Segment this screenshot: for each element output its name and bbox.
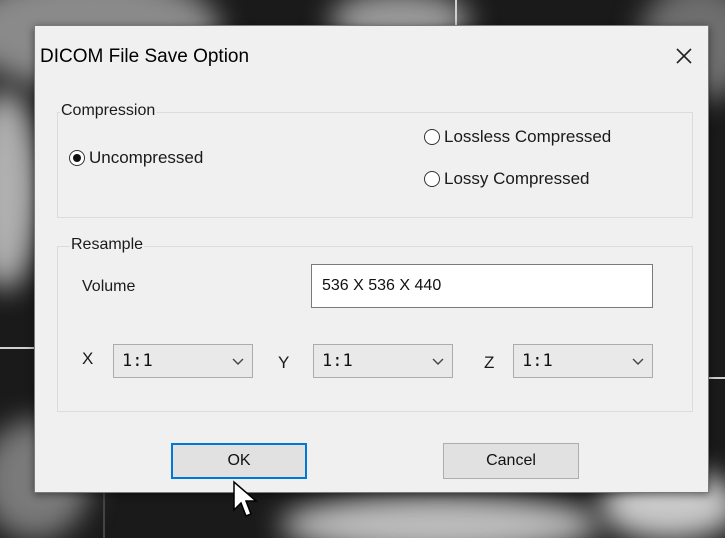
radio-label-uncompressed: Uncompressed: [89, 148, 204, 167]
chevron-down-icon: [624, 344, 652, 378]
radio-uncompressed[interactable]: Uncompressed: [69, 148, 203, 168]
mouse-pointer-icon: [232, 480, 260, 520]
volume-label: Volume: [82, 278, 136, 295]
x-ratio-select[interactable]: 1:1: [113, 344, 253, 378]
radio-button[interactable]: [424, 129, 440, 145]
volume-field[interactable]: [311, 264, 653, 308]
radio-lossy-compressed[interactable]: Lossy Compressed: [424, 169, 590, 189]
x-ratio-value: 1:1: [122, 351, 153, 371]
save-option-dialog: DICOM File Save Option Compression Uncom…: [34, 25, 709, 493]
axis-label-z: Z: [484, 353, 495, 372]
axis-label-x: X: [82, 349, 94, 368]
radio-button[interactable]: [424, 171, 440, 187]
z-ratio-select[interactable]: 1:1: [513, 344, 653, 378]
y-ratio-select[interactable]: 1:1: [313, 344, 453, 378]
dialog-title: DICOM File Save Option: [40, 46, 250, 67]
resample-group-label: Resample: [70, 236, 145, 254]
chevron-down-icon: [424, 344, 452, 378]
compression-group-label: Compression: [60, 102, 157, 120]
crosshair-line: [707, 377, 725, 379]
crosshair-line: [0, 347, 34, 349]
close-icon[interactable]: [670, 42, 698, 70]
radio-label-lossless: Lossless Compressed: [444, 127, 612, 146]
radio-lossless-compressed[interactable]: Lossless Compressed: [424, 127, 611, 147]
cancel-button[interactable]: Cancel: [443, 443, 579, 479]
ok-button[interactable]: OK: [171, 443, 307, 479]
crosshair-line: [103, 491, 105, 538]
z-ratio-value: 1:1: [522, 351, 553, 371]
chevron-down-icon: [224, 344, 252, 378]
axis-label-y: Y: [278, 353, 290, 372]
y-ratio-value: 1:1: [322, 351, 353, 371]
radio-button-checked[interactable]: [69, 150, 85, 166]
crosshair-line: [455, 0, 457, 25]
bg-shape: [280, 495, 600, 538]
radio-label-lossy: Lossy Compressed: [444, 169, 590, 188]
